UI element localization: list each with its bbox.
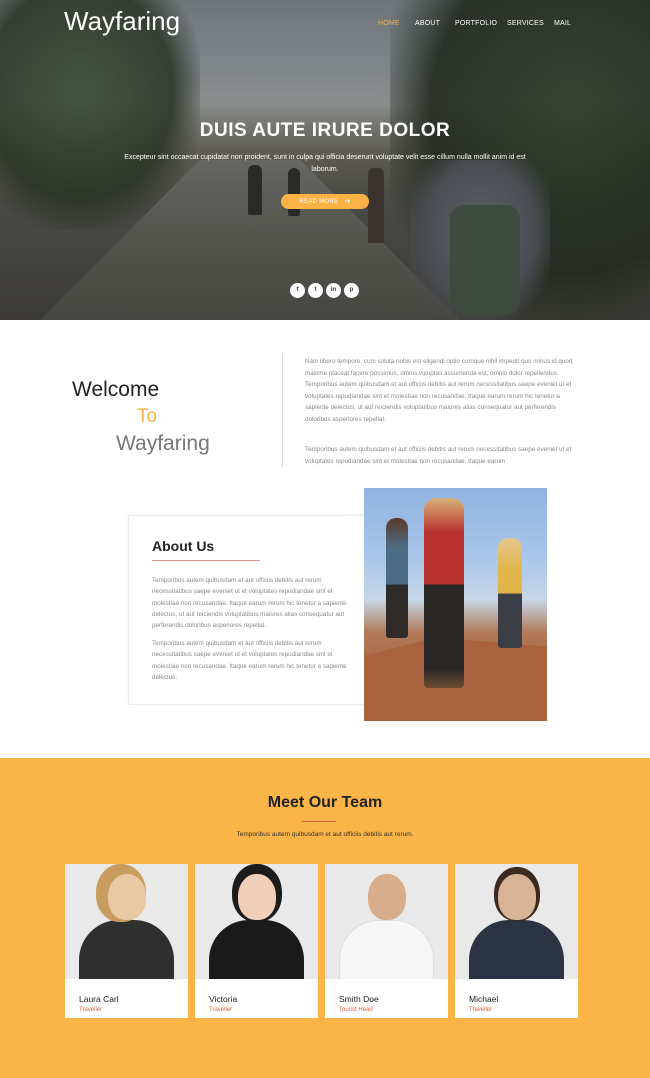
team-member-card[interactable]: Michael Traveller xyxy=(455,864,578,1018)
hero-background-backpack xyxy=(450,205,520,315)
member-role: Tourist Head xyxy=(339,1007,373,1013)
member-name: Victoria xyxy=(209,994,238,1004)
about-paragraph: Temporibus autem quibusdam et aut offici… xyxy=(152,640,347,681)
member-photo xyxy=(65,864,188,979)
member-photo-head xyxy=(238,874,276,920)
member-photo-head xyxy=(498,874,536,920)
welcome-paragraph: Temporibus autem quibusdam et aut offici… xyxy=(305,446,572,465)
nav-item-portfolio[interactable]: PORTFOLIO xyxy=(455,20,497,27)
linkedin-icon[interactable]: in xyxy=(326,283,341,298)
main-nav: HOME ABOUT PORTFOLIO SERVICES MAIL xyxy=(0,20,650,34)
nav-item-mail[interactable]: MAIL xyxy=(554,20,571,27)
welcome-heading-line3: Wayfaring xyxy=(116,432,210,455)
about-title: About Us xyxy=(152,538,215,554)
team-member-card[interactable]: Victoria Traveller xyxy=(195,864,318,1018)
member-photo xyxy=(455,864,578,979)
nav-item-about[interactable]: ABOUT xyxy=(415,20,440,27)
member-role: Traveller xyxy=(209,1007,233,1013)
team-member-card[interactable]: Smith Doe Tourist Head xyxy=(325,864,448,1018)
read-more-button[interactable]: READ MORE ➜ xyxy=(281,194,369,209)
team-member-card[interactable]: Laura Carl Traveller xyxy=(65,864,188,1018)
read-more-label: READ MORE xyxy=(299,199,339,205)
about-photo-person xyxy=(424,498,464,688)
about-paragraph: Temporibus autem quibusdam et aut offici… xyxy=(152,577,347,630)
pinterest-icon[interactable]: p xyxy=(344,283,359,298)
about-title-underline xyxy=(152,560,260,561)
member-name: Michael xyxy=(469,994,499,1004)
nav-item-home[interactable]: HOME xyxy=(378,20,400,27)
social-links: f t in p xyxy=(290,283,362,299)
member-name: Smith Doe xyxy=(339,994,379,1004)
member-photo xyxy=(325,864,448,979)
team-title-underline xyxy=(302,821,336,822)
member-role: Traveller xyxy=(469,1007,493,1013)
member-photo-body xyxy=(79,920,174,979)
nav-item-services[interactable]: SERVICES xyxy=(507,20,544,27)
member-photo-body xyxy=(469,920,564,979)
member-photo xyxy=(195,864,318,979)
about-photo-person xyxy=(386,518,408,638)
hero-text: Excepteur sint occaecat cupidatat non pr… xyxy=(124,154,526,173)
member-photo-body xyxy=(209,920,304,979)
hero-background-walker xyxy=(368,168,384,243)
welcome-paragraph: Nam libero tempore, cum soluta nobis est… xyxy=(305,358,573,423)
about-photo xyxy=(364,488,547,721)
member-photo-head xyxy=(368,874,406,920)
welcome-heading-line2: To xyxy=(137,406,158,427)
twitter-icon[interactable]: t xyxy=(308,283,323,298)
welcome-heading-line1: Welcome xyxy=(72,378,160,401)
facebook-icon[interactable]: f xyxy=(290,283,305,298)
member-role: Traveller xyxy=(79,1007,103,1013)
team-title: Meet Our Team xyxy=(267,794,383,811)
member-photo-head xyxy=(108,874,146,920)
member-photo-body xyxy=(339,920,434,979)
member-name: Laura Carl xyxy=(79,994,119,1004)
welcome-divider xyxy=(282,355,283,467)
hero-title: DUIS AUTE IRURE DOLOR xyxy=(199,120,451,141)
team-subtitle: Temporibus autem quibusdam et aut offici… xyxy=(236,831,414,838)
arrow-right-icon: ➜ xyxy=(344,198,351,205)
about-photo-person xyxy=(498,538,522,648)
